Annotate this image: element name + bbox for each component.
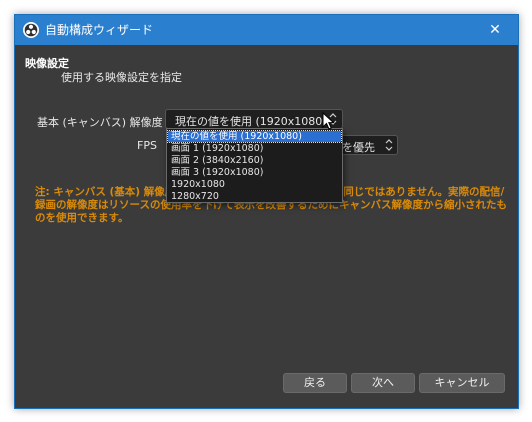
dropdown-option[interactable]: 画面 3 (1920x1080) [168,167,341,178]
resolution-value: 現在の値を使用 (1920x1080) [175,115,327,128]
fps-value: を優先 [342,141,375,154]
close-button[interactable]: ✕ [472,15,518,45]
obs-logo-icon [23,22,39,38]
window-title: 自動構成ウィザード [45,23,154,37]
fps-label: FPS [137,139,157,152]
dropdown-option[interactable]: 1920x1080 [168,179,341,190]
dropdown-option[interactable]: 現在の値を使用 (1920x1080) [167,130,342,143]
dropdown-option[interactable]: 画面 2 (3840x2160) [168,155,341,166]
close-icon: ✕ [489,22,501,38]
fps-select[interactable]: を優先 [340,135,398,155]
updown-arrow-icon [385,138,393,155]
cancel-button[interactable]: キャンセル [419,373,505,393]
section-subtitle: 使用する映像設定を指定 [61,71,182,84]
dropdown-option[interactable]: 画面 1 (1920x1080) [168,143,341,154]
resolution-select[interactable]: 現在の値を使用 (1920x1080) [165,109,343,129]
mouse-pointer-icon [322,111,335,135]
auto-config-wizard-window: 自動構成ウィザード ✕ 映像設定 使用する映像設定を指定 基本 (キャンバス) … [14,14,519,409]
next-button[interactable]: 次へ [351,373,415,393]
title-bar[interactable]: 自動構成ウィザード ✕ [15,15,518,45]
resolution-label: 基本 (キャンバス) 解像度 [37,116,163,129]
dropdown-option[interactable]: 1280x720 [168,191,341,202]
resolution-dropdown-list[interactable]: 現在の値を使用 (1920x1080) 画面 1 (1920x1080) 画面 … [166,128,343,203]
back-button[interactable]: 戻る [283,373,347,393]
